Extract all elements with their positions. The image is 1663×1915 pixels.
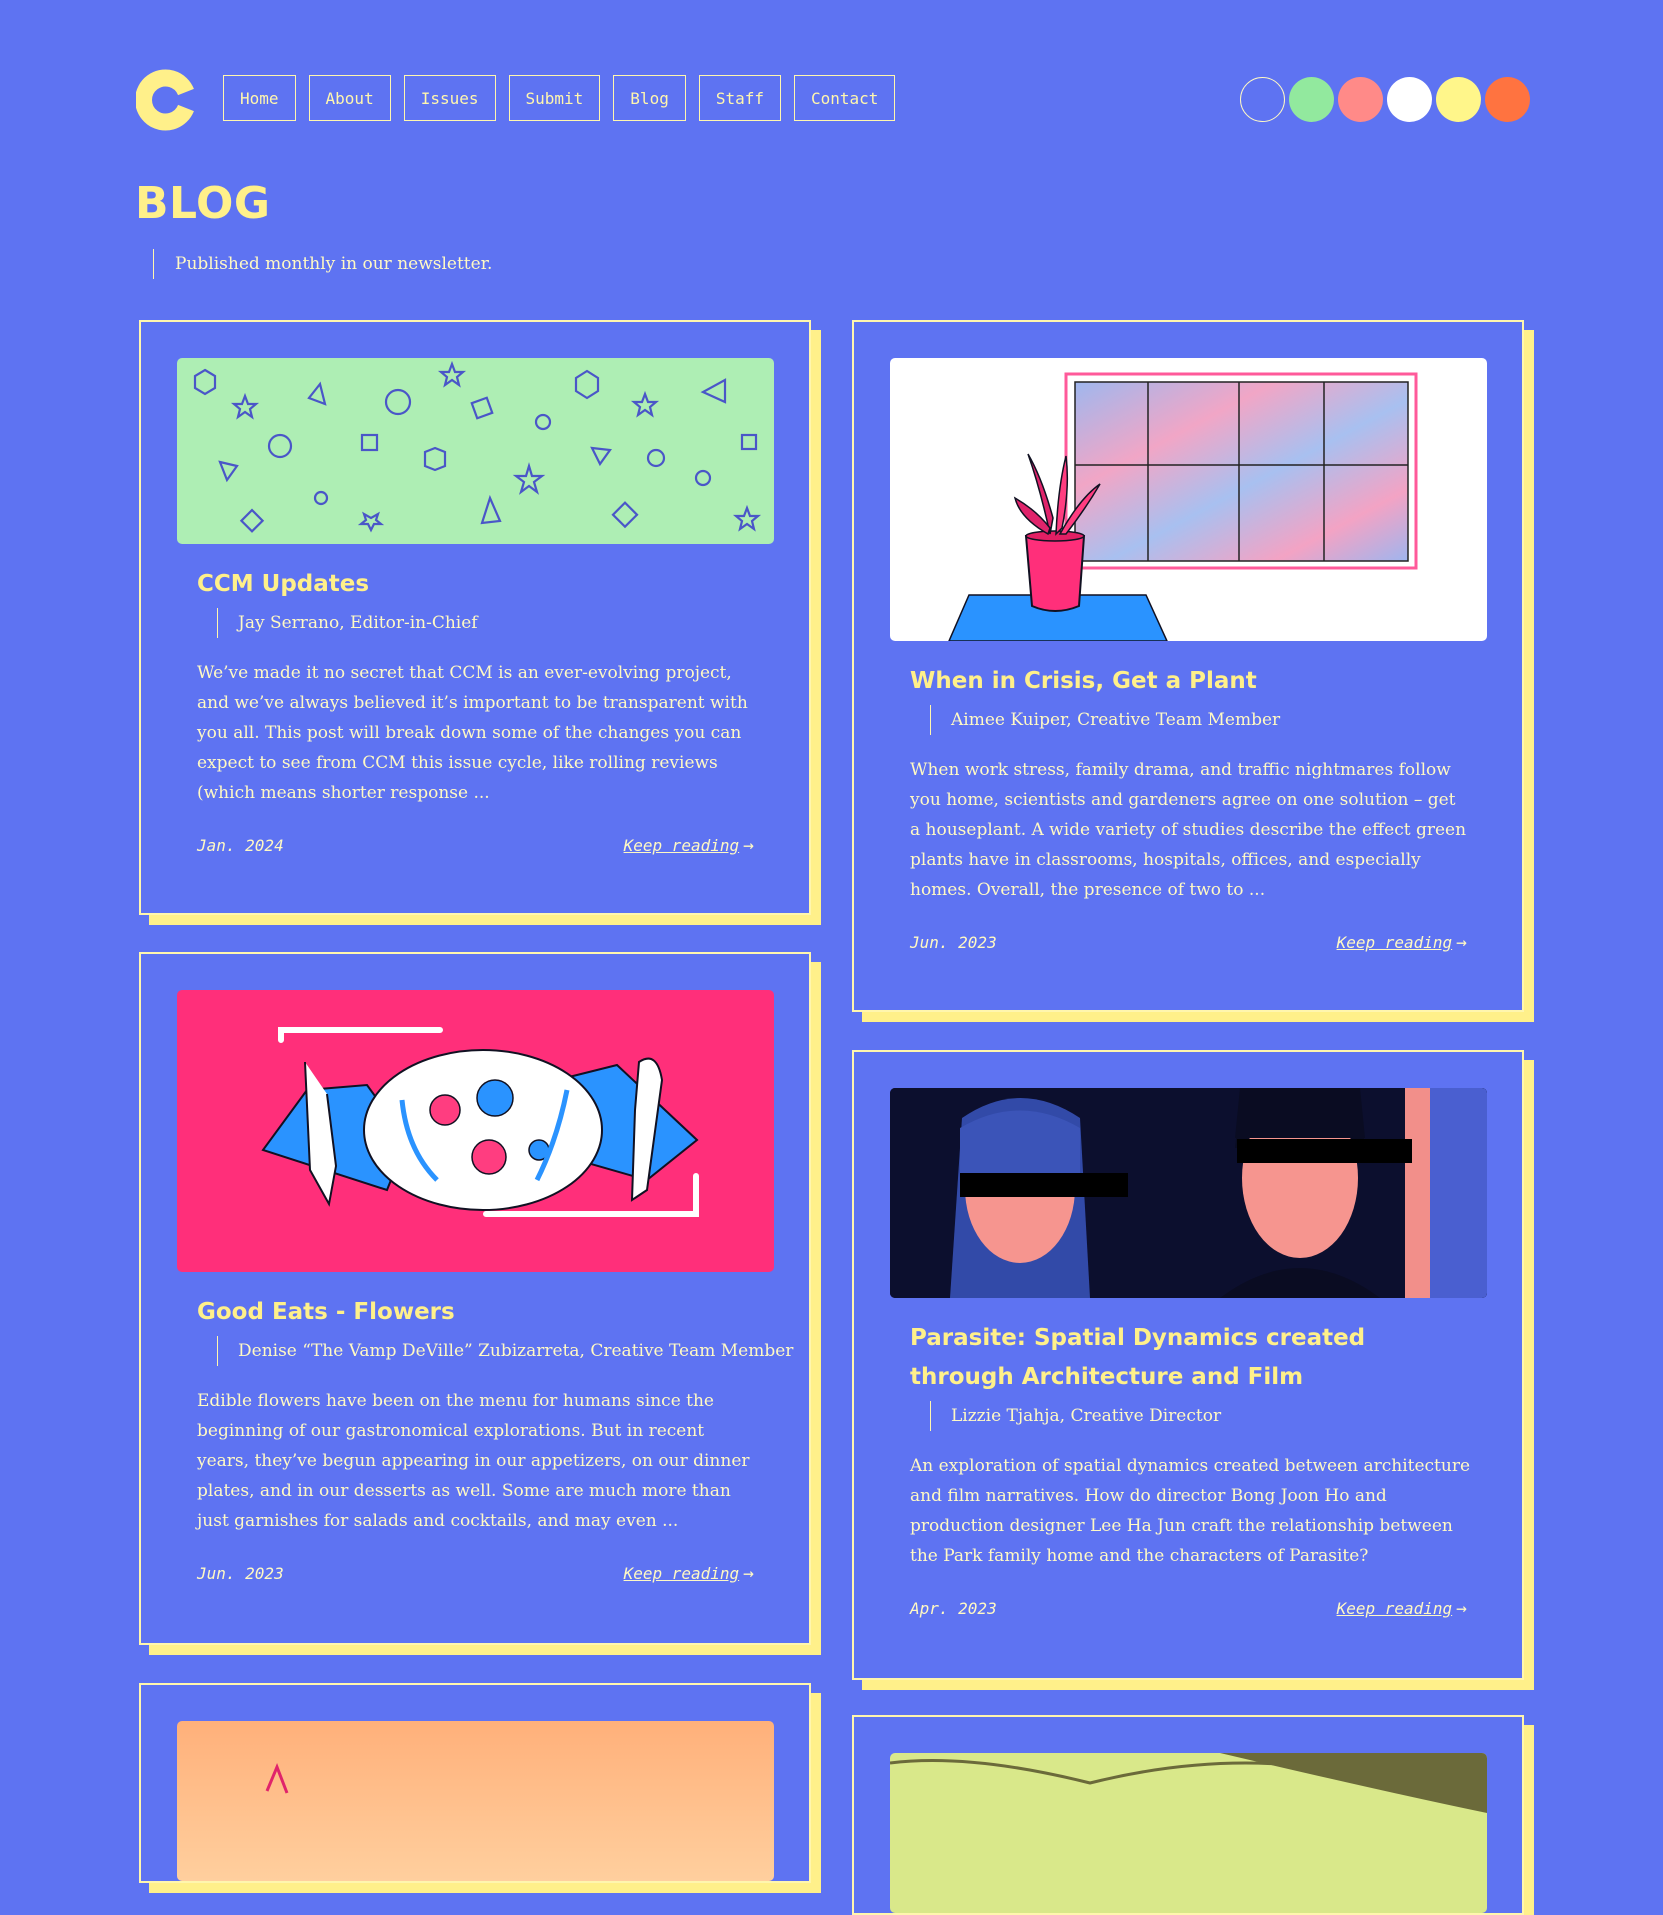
theme-swatch-pink[interactable]	[1338, 77, 1383, 122]
blog-title[interactable]: Parasite: Spatial Dynamics created throu…	[910, 1319, 1470, 1397]
blog-image-shapes[interactable]	[177, 358, 774, 544]
blog-title[interactable]: CCM Updates	[197, 565, 369, 604]
blog-author: Aimee Kuiper, Creative Team Member	[930, 705, 1280, 735]
keep-reading-link[interactable]: Keep reading →	[624, 1563, 754, 1584]
blog-date: Jun. 2023	[910, 933, 997, 952]
nav-about[interactable]: About	[308, 75, 391, 121]
keep-reading-link[interactable]: Keep reading →	[1337, 1598, 1467, 1619]
nav-blog[interactable]: Blog	[613, 75, 686, 121]
blog-excerpt: When work stress, family drama, and traf…	[910, 760, 1467, 900]
arrow-right-icon: →	[743, 835, 754, 856]
theme-swatch-orange[interactable]	[1485, 77, 1530, 122]
blog-excerpt: Edible flowers have been on the menu for…	[197, 1391, 750, 1531]
theme-swatch-white[interactable]	[1387, 77, 1432, 122]
blog-image-plant[interactable]	[890, 358, 1487, 641]
blog-image-partial[interactable]	[890, 1753, 1487, 1913]
blog-image-partial[interactable]	[177, 1721, 774, 1881]
blog-author: Jay Serrano, Editor-in-Chief	[217, 608, 478, 638]
blog-card-ccm-updates: CCM Updates Jay Serrano, Editor-in-Chief…	[139, 320, 811, 915]
blog-card-partial-left	[139, 1683, 811, 1883]
blog-card-good-eats: Good Eats - Flowers Denise “The Vamp DeV…	[139, 952, 811, 1645]
nav-staff[interactable]: Staff	[698, 75, 781, 121]
blog-title[interactable]: Good Eats - Flowers	[197, 1293, 455, 1332]
arrow-right-icon: →	[1456, 932, 1467, 953]
theme-swatch-blue[interactable]	[1240, 77, 1285, 122]
arrow-right-icon: →	[1456, 1598, 1467, 1619]
main-nav: Home About Issues Submit Blog Staff Cont…	[223, 75, 896, 121]
nav-contact[interactable]: Contact	[794, 75, 896, 121]
blog-card-partial-right	[852, 1715, 1524, 1915]
keep-reading-link[interactable]: Keep reading →	[624, 835, 754, 856]
blog-image-flowers[interactable]	[177, 990, 774, 1272]
blog-date: Apr. 2023	[910, 1599, 997, 1618]
blog-excerpt: An exploration of spatial dynamics creat…	[910, 1456, 1471, 1566]
blog-card-parasite: Parasite: Spatial Dynamics created throu…	[852, 1050, 1524, 1680]
blog-date: Jan. 2024	[197, 836, 284, 855]
blog-date: Jun. 2023	[197, 1564, 284, 1583]
theme-swatch-green[interactable]	[1289, 77, 1334, 122]
nav-issues[interactable]: Issues	[403, 75, 496, 121]
theme-swatch-yellow[interactable]	[1436, 77, 1481, 122]
blog-excerpt: We’ve made it no secret that CCM is an e…	[197, 663, 748, 803]
nav-submit[interactable]: Submit	[508, 75, 601, 121]
blog-author: Denise “The Vamp DeVille” Zubizarreta, C…	[217, 1336, 793, 1366]
blog-author: Lizzie Tjahja, Creative Director	[930, 1401, 1221, 1431]
blog-card-plant: When in Crisis, Get a Plant Aimee Kuiper…	[852, 320, 1524, 1012]
arrow-right-icon: →	[743, 1563, 754, 1584]
keep-reading-link[interactable]: Keep reading →	[1337, 932, 1467, 953]
blog-image-parasite[interactable]	[890, 1088, 1487, 1298]
ccm-logo[interactable]	[136, 68, 196, 132]
theme-switcher	[1240, 77, 1530, 122]
nav-home[interactable]: Home	[223, 75, 296, 121]
page-title: BLOG	[135, 178, 271, 229]
blog-title[interactable]: When in Crisis, Get a Plant	[910, 662, 1257, 701]
page-subtitle: Published monthly in our newsletter.	[153, 249, 492, 279]
